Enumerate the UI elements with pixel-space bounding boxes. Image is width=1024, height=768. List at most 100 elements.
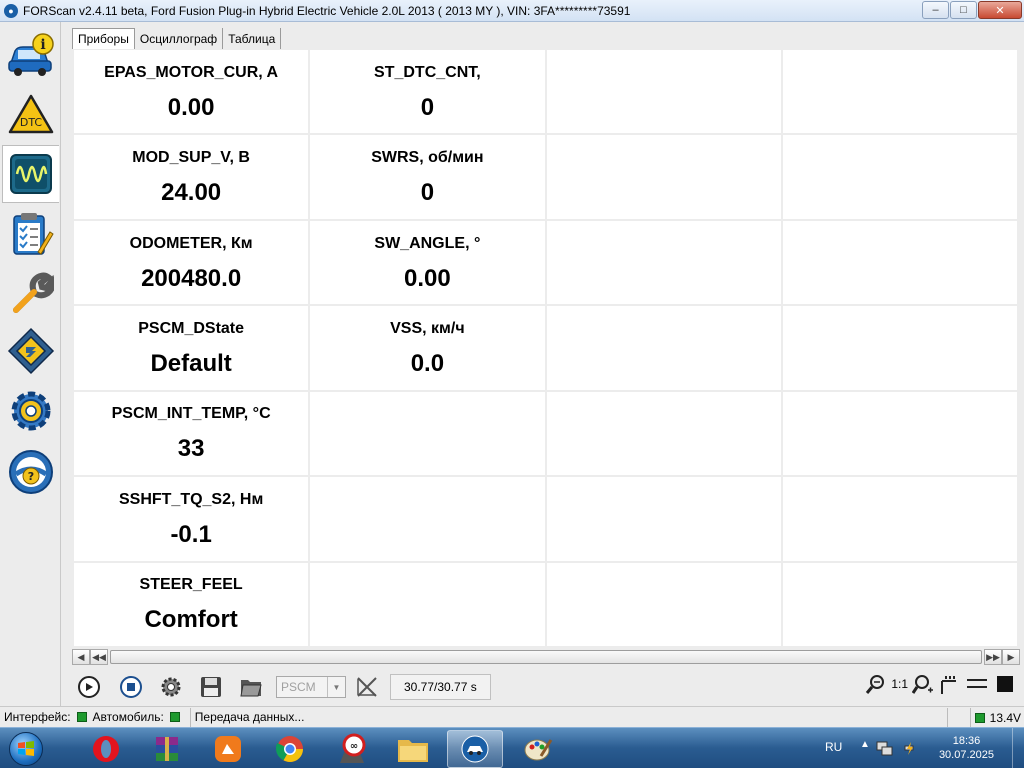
oscilloscope-icon — [10, 154, 52, 194]
configure-button[interactable] — [156, 672, 186, 702]
taskbar-forscan[interactable] — [447, 730, 503, 768]
fill-style-icon[interactable] — [994, 673, 1016, 695]
taskbar-chat-app[interactable] — [200, 730, 256, 768]
gauge-value: 0 — [420, 93, 435, 121]
svg-text:∞: ∞ — [350, 741, 358, 752]
sidebar-item-help[interactable]: ? — [2, 443, 59, 501]
horizontal-scrollbar[interactable]: ◀ ◀◀ ▶▶ ▶ — [72, 648, 1020, 666]
gauge-value: 0.00 — [167, 93, 215, 121]
clock[interactable]: 18:36 30.07.2025 — [939, 734, 994, 762]
gauge-cell[interactable]: ODOMETER, Км 200480.0 — [74, 220, 309, 305]
window-title: FORScan v2.4.11 beta, Ford Fusion Plug-i… — [23, 3, 631, 18]
show-hidden-icons-icon[interactable]: ▲ — [860, 739, 870, 750]
empty-gauge-cell[interactable] — [546, 50, 781, 134]
zoom-in-icon[interactable] — [912, 673, 934, 695]
empty-gauge-cell[interactable] — [782, 562, 1017, 646]
empty-gauge-cell[interactable] — [782, 220, 1017, 305]
gauge-cell[interactable]: SWRS, об/мин 0 — [310, 135, 545, 219]
empty-gauge-cell[interactable] — [310, 477, 545, 561]
gauge-cell[interactable]: STEER_FEEL Comfort — [74, 562, 309, 646]
gauge-name: SSHFT_TQ_S2, Нм — [118, 490, 264, 508]
gauge-cell[interactable]: VSS, км/ч 0.0 — [310, 306, 545, 390]
empty-gauge-cell[interactable] — [546, 391, 781, 476]
taskbar-speed-limit-app[interactable]: ∞ — [324, 730, 380, 768]
gauge-name: SWRS, об/мин — [371, 149, 484, 167]
play-button[interactable] — [74, 672, 104, 702]
scroll-right-icon[interactable]: ▶ — [1002, 649, 1020, 665]
taskbar-paint[interactable] — [510, 730, 566, 768]
tab-table[interactable]: Таблица — [223, 28, 282, 49]
gauge-value: 33 — [177, 435, 205, 463]
module-select[interactable]: PSCM ▼ — [276, 676, 346, 698]
empty-gauge-cell[interactable] — [782, 306, 1017, 390]
gauge-value: -0.1 — [170, 520, 212, 548]
gauge-cell[interactable]: PSCM_INT_TEMP, °C 33 — [74, 391, 309, 476]
gauge-name: PSCM_INT_TEMP, °C — [111, 405, 271, 423]
zoom-out-icon[interactable] — [865, 673, 887, 695]
gauge-value: 24.00 — [161, 179, 222, 207]
gauge-cell[interactable]: SSHFT_TQ_S2, Нм -0.1 — [74, 477, 309, 561]
gauge-name: SW_ANGLE, ° — [374, 234, 481, 252]
empty-gauge-cell[interactable] — [310, 562, 545, 646]
zoom-ratio[interactable]: 1:1 — [891, 677, 908, 691]
gauge-cell[interactable]: SW_ANGLE, ° 0.00 — [310, 220, 545, 305]
dtc-warning-icon: DTC — [8, 94, 53, 134]
sidebar-item-vehicle-info[interactable]: i — [2, 26, 59, 84]
network-icon[interactable] — [876, 740, 894, 756]
empty-gauge-cell[interactable] — [546, 135, 781, 219]
line-style-icon[interactable] — [966, 673, 988, 695]
empty-gauge-cell[interactable] — [782, 391, 1017, 476]
gauge-value: Default — [150, 349, 232, 377]
taskbar-winrar[interactable] — [139, 730, 195, 768]
tab-gauges[interactable]: Приборы — [72, 28, 135, 49]
taskbar-explorer[interactable] — [385, 730, 441, 768]
language-indicator[interactable]: RU — [825, 740, 842, 754]
scroll-track[interactable] — [110, 650, 982, 664]
sidebar-item-service[interactable] — [2, 264, 59, 322]
voltage-indicator — [974, 712, 985, 723]
paint-icon — [524, 739, 553, 761]
graph-style-icon[interactable] — [938, 673, 960, 695]
chevron-down-icon: ▼ — [327, 677, 345, 697]
taskbar-chrome[interactable] — [262, 730, 318, 768]
open-button[interactable] — [236, 672, 266, 702]
sidebar-item-configuration[interactable] — [2, 322, 59, 380]
gauge-cell[interactable]: PSCM_DState Default — [74, 306, 309, 390]
status-message: Передача данных... — [191, 707, 948, 727]
scroll-start-icon[interactable]: ◀◀ — [90, 649, 108, 665]
empty-gauge-cell[interactable] — [782, 50, 1017, 134]
wrench-icon — [12, 272, 54, 313]
stop-button[interactable] — [116, 672, 146, 702]
sidebar-item-oscilloscope[interactable] — [2, 145, 59, 203]
sidebar-item-settings[interactable] — [2, 382, 59, 440]
voltage-status: 13.4V — [969, 708, 1021, 727]
empty-gauge-cell[interactable] — [546, 562, 781, 646]
start-button[interactable] — [4, 729, 48, 768]
show-desktop-button[interactable] — [1012, 728, 1024, 768]
gauge-cell[interactable]: MOD_SUP_V, В 24.00 — [74, 135, 309, 219]
gauge-cell[interactable]: ST_DTC_CNT, 0 — [310, 50, 545, 134]
maximize-button[interactable]: □ — [950, 1, 977, 19]
vehicle-status-indicator — [169, 712, 180, 722]
windows-logo-icon — [9, 732, 43, 766]
empty-gauge-cell[interactable] — [782, 135, 1017, 219]
scroll-left-icon[interactable]: ◀ — [72, 649, 90, 665]
empty-gauge-cell[interactable] — [546, 306, 781, 390]
save-button[interactable] — [196, 672, 226, 702]
sidebar-item-dtc[interactable]: DTC — [2, 85, 59, 143]
sidebar-item-tests[interactable] — [2, 205, 59, 263]
taskbar-opera[interactable] — [78, 730, 134, 768]
minimize-button[interactable]: – — [922, 1, 949, 19]
close-button[interactable]: ✕ — [978, 1, 1022, 19]
empty-gauge-cell[interactable] — [546, 220, 781, 305]
empty-gauge-cell[interactable] — [546, 477, 781, 561]
stop-icon — [120, 676, 142, 698]
empty-gauge-cell[interactable] — [310, 391, 545, 476]
clear-button[interactable] — [352, 672, 382, 702]
connection-status: Интерфейс: Автомобиль: — [0, 707, 191, 727]
gauge-cell[interactable]: EPAS_MOTOR_CUR, A 0.00 — [74, 50, 309, 134]
scroll-end-icon[interactable]: ▶▶ — [984, 649, 1002, 665]
tab-oscilloscope[interactable]: Осциллограф — [134, 28, 224, 49]
power-icon[interactable] — [902, 740, 918, 756]
empty-gauge-cell[interactable] — [782, 477, 1017, 561]
